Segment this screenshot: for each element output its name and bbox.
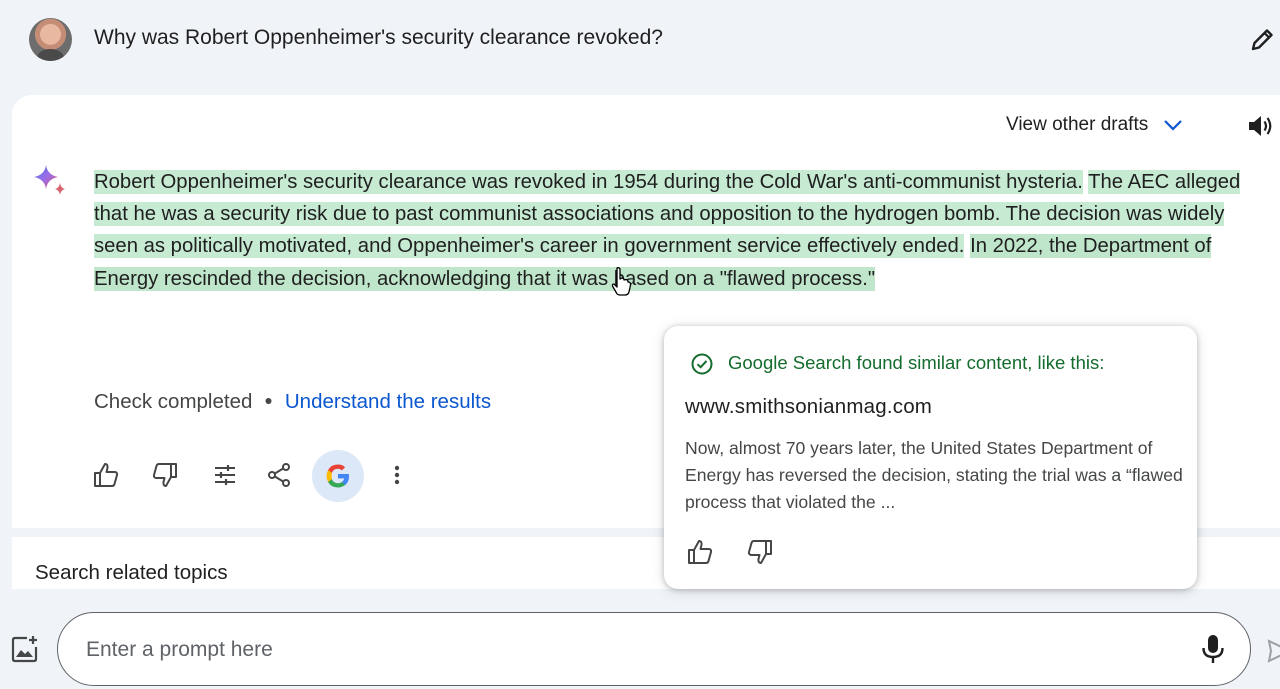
tune-icon xyxy=(215,465,235,485)
send-icon xyxy=(1267,639,1280,663)
check-circle-icon xyxy=(690,352,714,376)
prompt-box xyxy=(57,612,1251,686)
share-button[interactable] xyxy=(259,455,299,495)
google-g-icon xyxy=(326,464,349,488)
mic-icon xyxy=(1202,635,1224,663)
more-options-button[interactable] xyxy=(377,455,417,495)
thumbs-down-button[interactable] xyxy=(145,455,185,495)
microphone-button[interactable] xyxy=(1198,633,1228,665)
popover-title: Google Search found similar content, lik… xyxy=(728,352,1105,373)
popover-thumbs-down-button[interactable] xyxy=(746,538,778,570)
listen-button[interactable] xyxy=(1244,110,1276,142)
chevron-down-icon xyxy=(1164,120,1183,131)
thumbs-up-icon xyxy=(94,463,119,487)
share-icon xyxy=(268,463,290,487)
add-image-button[interactable] xyxy=(10,634,40,664)
double-check-status: Check completed ● Understand the results xyxy=(94,390,491,414)
source-domain-link[interactable]: www.smithsonianmag.com xyxy=(685,395,932,419)
pencil-icon xyxy=(1251,29,1273,51)
edit-prompt-button[interactable] xyxy=(1246,24,1278,56)
search-related-topics-label[interactable]: Search related topics xyxy=(35,561,228,585)
check-status-text: Check completed xyxy=(94,390,253,413)
separator-dot: ● xyxy=(264,392,273,408)
drafts-label: View other drafts xyxy=(1006,114,1149,135)
view-other-drafts-button[interactable]: View other drafts xyxy=(1006,114,1184,136)
response-text: Robert Oppenheimer's security clearance … xyxy=(94,166,1244,295)
understand-results-link[interactable]: Understand the results xyxy=(285,390,491,413)
popover-thumbs-up-button[interactable] xyxy=(686,538,718,570)
thumbs-down-icon xyxy=(747,540,772,564)
more-vert-icon xyxy=(394,465,400,485)
user-query: Why was Robert Oppenheimer's security cl… xyxy=(94,26,663,49)
thumbs-up-button[interactable] xyxy=(86,455,126,495)
thumbs-down-icon xyxy=(152,463,177,487)
thumbs-up-icon xyxy=(688,540,713,564)
user-avatar xyxy=(29,18,72,61)
gemini-sparkle-icon xyxy=(32,163,68,199)
prompt-input[interactable] xyxy=(84,633,1168,667)
source-snippet: Now, almost 70 years later, the United S… xyxy=(685,438,1183,512)
speaker-icon xyxy=(1249,116,1272,136)
send-button[interactable] xyxy=(1266,638,1280,664)
modify-response-button[interactable] xyxy=(205,455,245,495)
highlighted-segment[interactable]: Robert Oppenheimer's security clearance … xyxy=(94,170,1083,194)
add-image-icon xyxy=(11,636,38,663)
double-check-google-button[interactable] xyxy=(312,450,364,502)
